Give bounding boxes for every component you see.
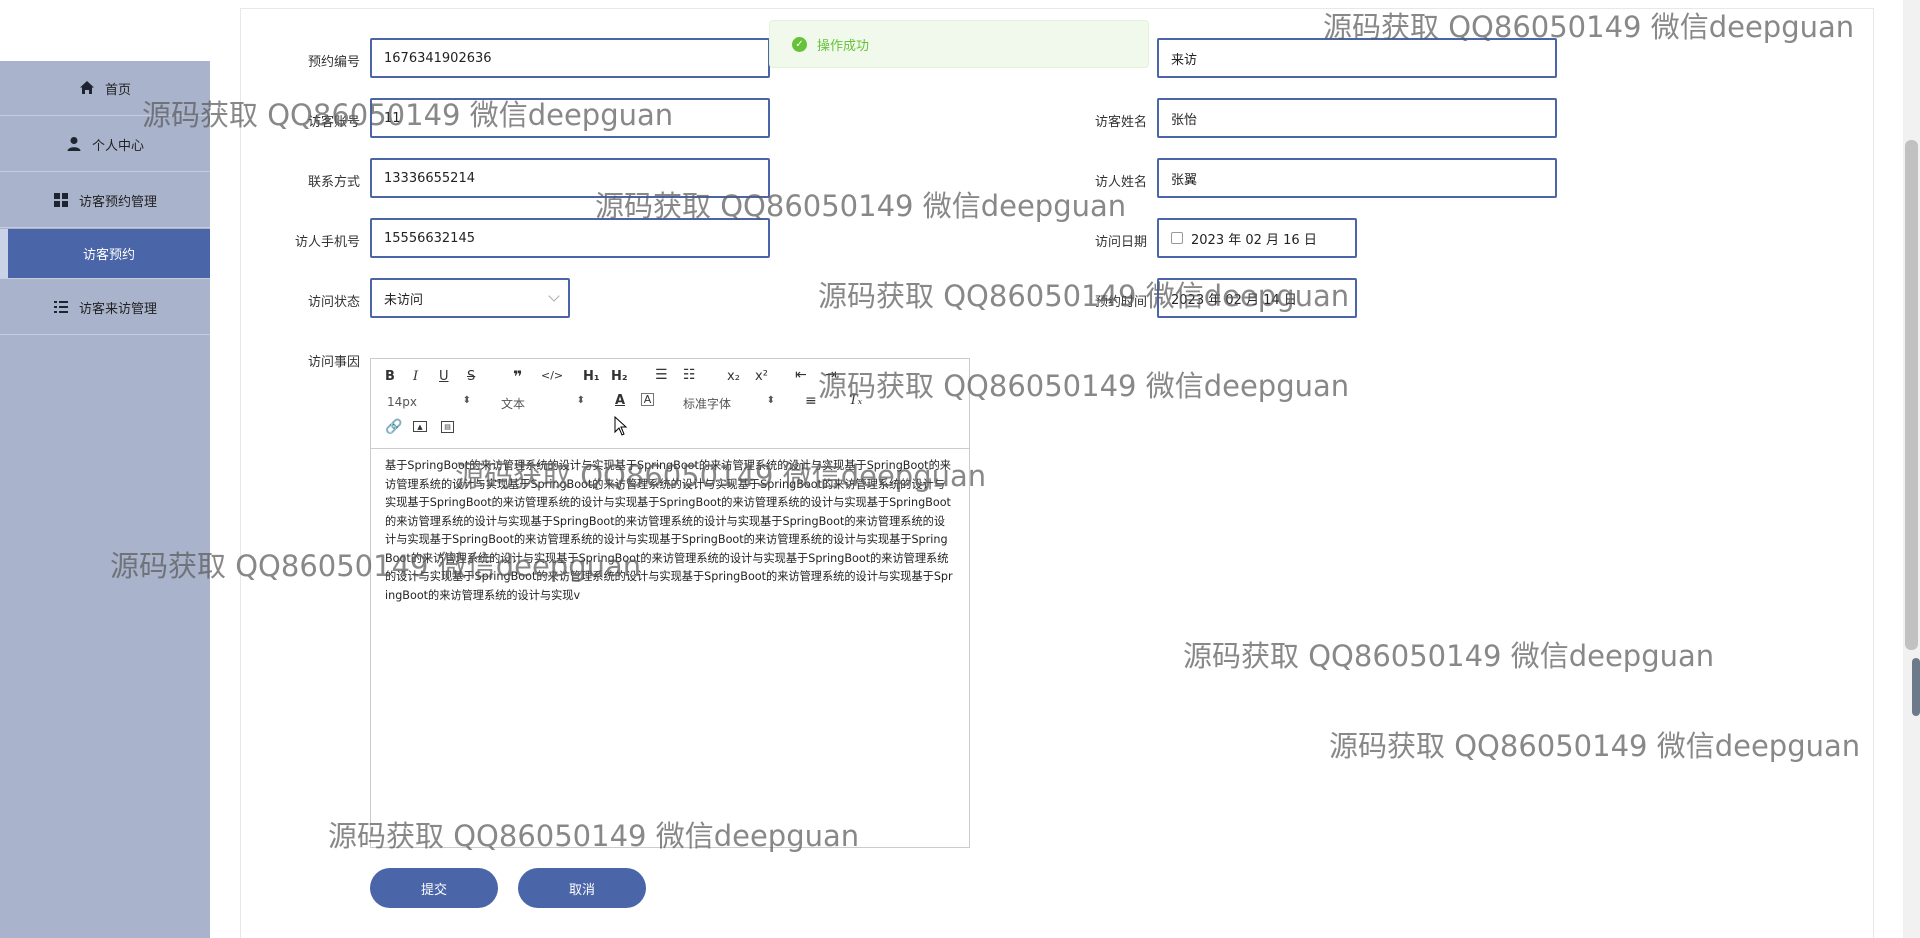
list-icon: [53, 299, 69, 315]
sidebar: 首页 个人中心 访客预约管理 访客预约 访客来访管理: [0, 61, 210, 938]
calendar-icon: [1171, 232, 1183, 244]
visitor-account-input[interactable]: 11: [370, 98, 770, 138]
sidebar-item-label: 首页: [104, 82, 131, 98]
font-size-select[interactable]: 14px ⬍: [387, 395, 471, 409]
visit-status-label: 访问状态: [307, 295, 360, 310]
success-check-icon: ✓: [792, 36, 807, 52]
code-icon[interactable]: </>: [541, 369, 563, 382]
contact-label: 联系方式: [307, 175, 360, 190]
heading1-icon[interactable]: H₁: [583, 369, 600, 384]
success-toast: ✓ 操作成功: [769, 20, 1149, 68]
host-phone-input[interactable]: 15556632145: [370, 218, 770, 258]
visit-date-value: 2023 年 02 月 16 日: [1191, 232, 1317, 248]
sidebar-item-home[interactable]: 首页: [0, 61, 210, 116]
sidebar-item-visitor-booking-management[interactable]: 访客预约管理: [0, 173, 210, 228]
editor-content[interactable]: 基于SpringBoot的来访管理系统的设计与实现基于SpringBoot的来访…: [371, 449, 969, 847]
host-name-label: 访人姓名: [1094, 175, 1147, 190]
bold-icon[interactable]: B: [385, 369, 395, 384]
reason-label: 访问事因: [307, 355, 360, 370]
underline-icon[interactable]: U: [439, 369, 449, 384]
scrollbar-thumb[interactable]: [1905, 140, 1918, 650]
rich-text-editor[interactable]: B I U S ❞ </> H₁ H₂ ☰ ☷ x₂ x² ⇤ ⇥ 14px ⬍ …: [370, 358, 970, 848]
page-scrollbar[interactable]: [1903, 0, 1920, 938]
align-icon[interactable]: ≡: [805, 393, 817, 409]
font-family-select[interactable]: 标准字体 ⬍: [683, 395, 775, 412]
bullet-list-icon[interactable]: ☷: [683, 367, 696, 383]
italic-icon[interactable]: I: [413, 369, 418, 384]
visit-type-input[interactable]: 来访: [1157, 38, 1557, 78]
sidebar-item-label: 个人中心: [91, 138, 144, 154]
visitor-account-label: 访客账号: [307, 115, 360, 130]
home-icon: [79, 80, 95, 96]
visitor-name-label: 访客姓名: [1094, 115, 1147, 130]
visit-status-select[interactable]: 未访问: [370, 278, 570, 318]
sidebar-item-label: 访客预约管理: [78, 194, 157, 210]
booking-no-input[interactable]: 1676341902636: [370, 38, 770, 78]
sidebar-item-personal-center[interactable]: 个人中心: [0, 117, 210, 172]
editor-toolbar: B I U S ❞ </> H₁ H₂ ☰ ☷ x₂ x² ⇤ ⇥ 14px ⬍ …: [371, 359, 969, 449]
indent-icon[interactable]: ⇥: [825, 367, 837, 383]
booking-no-label: 预约编号: [307, 55, 360, 70]
grid-icon: [53, 192, 69, 208]
booking-time-label: 预约时间: [1094, 295, 1147, 310]
visit-status-value: 未访问: [384, 292, 424, 308]
mouse-cursor-icon: [614, 416, 628, 436]
cancel-button[interactable]: 取消: [518, 868, 646, 908]
blockquote-icon[interactable]: ❞: [513, 367, 522, 386]
visit-date-picker[interactable]: 2023 年 02 月 16 日: [1157, 218, 1357, 258]
toast-message: 操作成功: [817, 38, 870, 54]
sidebar-item-visitor-booking[interactable]: 访客预约: [0, 229, 210, 279]
outdent-icon[interactable]: ⇤: [795, 367, 807, 383]
contact-input[interactable]: 13336655214: [370, 158, 770, 198]
sidebar-item-label: 访客来访管理: [78, 301, 157, 317]
heading2-icon[interactable]: H₂: [611, 369, 628, 384]
block-type-select[interactable]: 文本 ⬍: [501, 395, 585, 412]
sidebar-item-visitor-visit-management[interactable]: 访客来访管理: [0, 280, 210, 335]
page: 首页 个人中心 访客预约管理 访客预约 访客来访管理 预约编号 16763419…: [0, 0, 1920, 938]
ordered-list-icon[interactable]: ☰: [655, 367, 668, 383]
clear-format-icon[interactable]: Tₓ: [849, 393, 862, 408]
background-color-icon[interactable]: A: [641, 393, 654, 406]
booking-time-input[interactable]: 2023 年 02 月 14 日: [1157, 278, 1357, 318]
superscript-icon[interactable]: x²: [755, 369, 768, 384]
strikethrough-icon[interactable]: S: [467, 369, 475, 384]
chevron-down-icon: [548, 290, 560, 302]
sidebar-item-label: 访客预约: [82, 248, 135, 263]
link-icon[interactable]: 🔗: [385, 419, 402, 435]
visitor-name-input[interactable]: 张怡: [1157, 98, 1557, 138]
scrollbar-marker: [1912, 658, 1920, 716]
submit-button[interactable]: 提交: [370, 868, 498, 908]
host-phone-label: 访人手机号: [294, 235, 360, 250]
image-icon[interactable]: ▲: [413, 421, 427, 432]
user-icon: [66, 136, 82, 152]
visit-date-label: 访问日期: [1094, 235, 1147, 250]
subscript-icon[interactable]: x₂: [727, 369, 740, 384]
video-icon[interactable]: ▤: [441, 421, 454, 433]
host-name-input[interactable]: 张翼: [1157, 158, 1557, 198]
font-color-icon[interactable]: A: [615, 393, 625, 408]
